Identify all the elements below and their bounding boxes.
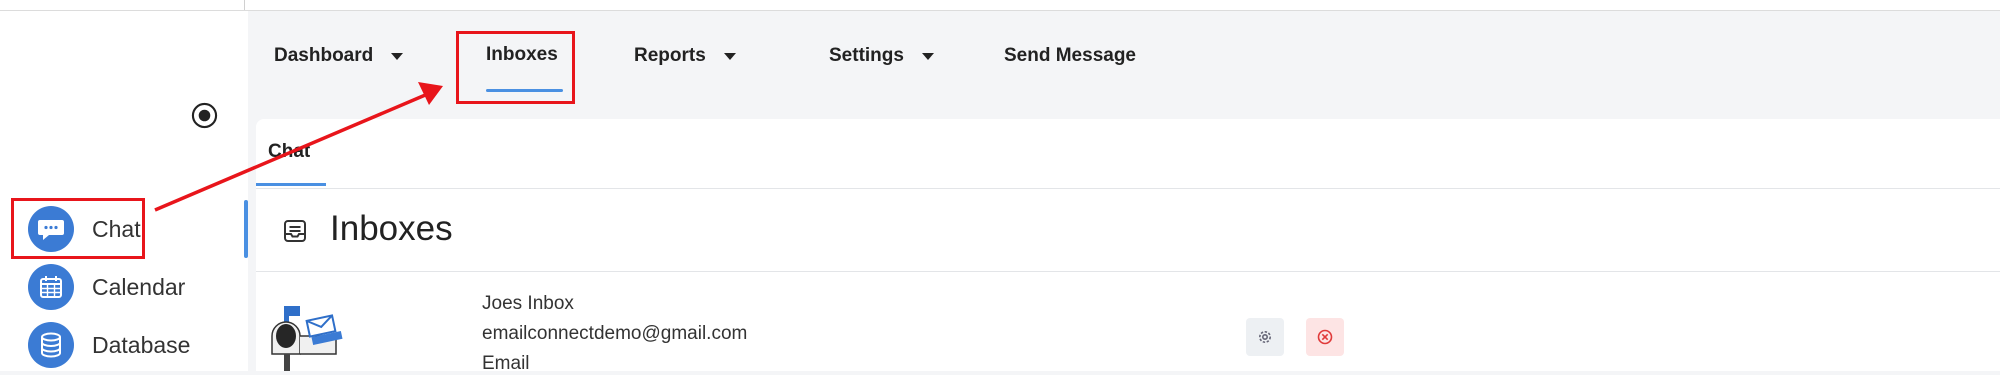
inbox-delete-button[interactable] — [1306, 318, 1344, 356]
sidebar-item-label: Chat — [92, 215, 141, 242]
section-divider — [256, 271, 2000, 272]
nav-label: Dashboard — [274, 45, 374, 66]
nav-inboxes[interactable]: Inboxes — [486, 44, 558, 66]
caret-down-icon — [921, 52, 934, 60]
nav-settings[interactable]: Settings — [829, 45, 934, 67]
sidebar-active-indicator — [244, 200, 248, 258]
mailbox-icon — [271, 306, 343, 371]
browser-top-strip — [0, 0, 2000, 11]
sidebar-item-label: Database — [92, 331, 191, 358]
nav-label: Inboxes — [486, 44, 558, 65]
active-tab-underline — [256, 183, 326, 186]
inbox-name: Joes Inbox — [482, 293, 574, 314]
inbox-email: emailconnectdemo@gmail.com — [482, 323, 748, 344]
database-icon — [28, 322, 74, 368]
sidebar-item-label: Calendar — [92, 273, 186, 300]
inbox-tray-icon — [284, 220, 306, 242]
nav-label: Settings — [829, 45, 904, 66]
calendar-icon — [28, 264, 74, 310]
chat-bubble-icon — [28, 206, 74, 252]
radio-toggle-icon[interactable] — [191, 102, 218, 129]
nav-reports[interactable]: Reports — [634, 45, 736, 67]
close-circle-icon — [1317, 329, 1333, 345]
nav-send-message[interactable]: Send Message — [1004, 45, 1136, 67]
top-navigation: Dashboard Inboxes Reports Settings Send … — [248, 11, 2000, 119]
sidebar-item-database[interactable]: Database — [28, 321, 190, 369]
nav-label: Send Message — [1004, 45, 1136, 66]
gear-icon — [1259, 331, 1271, 343]
tab-divider — [256, 188, 2000, 189]
inbox-settings-button[interactable] — [1246, 318, 1284, 356]
tab-chat[interactable]: Chat — [268, 141, 310, 163]
sidebar: Chat Calendar Database — [0, 11, 248, 371]
nav-label: Reports — [634, 45, 706, 66]
caret-down-icon — [723, 52, 736, 60]
inbox-type: Email — [482, 353, 530, 374]
sidebar-item-chat[interactable]: Chat — [28, 205, 141, 253]
nav-dashboard[interactable]: Dashboard — [274, 45, 404, 67]
caret-down-icon — [391, 52, 404, 60]
main-content: Chat Inboxes Joes Inbox emailconnectdemo… — [256, 119, 2000, 374]
top-strip-divider — [244, 0, 245, 10]
page-title: Inboxes — [330, 209, 453, 248]
sidebar-item-calendar[interactable]: Calendar — [28, 263, 185, 311]
active-nav-underline — [486, 89, 563, 92]
